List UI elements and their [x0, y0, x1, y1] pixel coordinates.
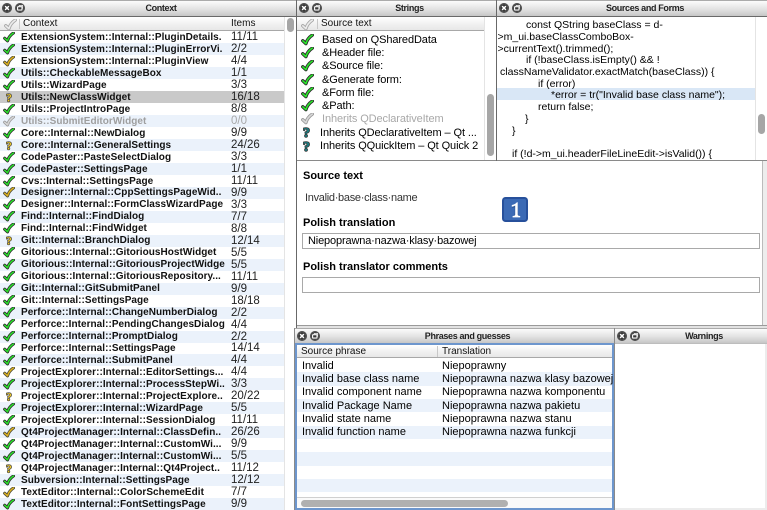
svg-text:?: ?	[6, 92, 12, 103]
svg-text:?: ?	[303, 126, 310, 139]
svg-text:?: ?	[6, 463, 12, 474]
svg-text:?: ?	[6, 235, 12, 246]
svg-text:?: ?	[6, 391, 12, 402]
svg-text:?: ?	[303, 140, 310, 153]
svg-text:?: ?	[6, 140, 12, 151]
